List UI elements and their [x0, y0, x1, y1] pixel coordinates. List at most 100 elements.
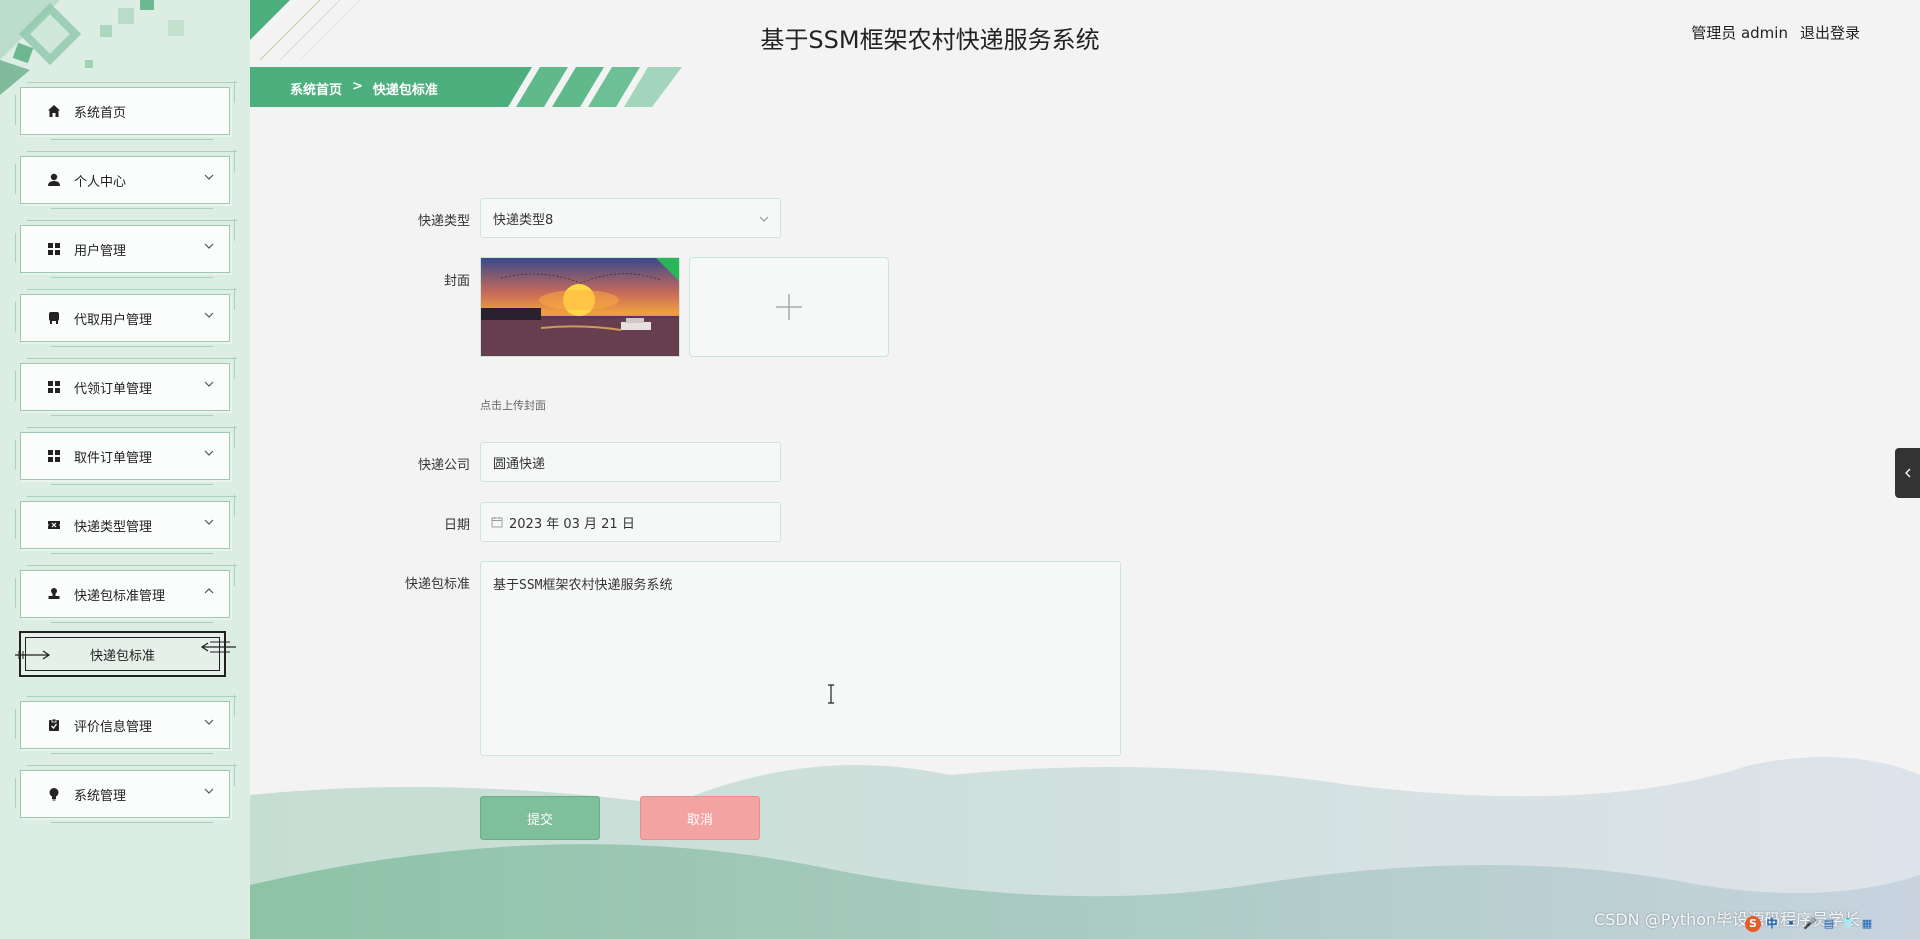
menu-frame-decoration: [15, 777, 25, 815]
standard-label: 快递包标准: [404, 577, 470, 592]
menu-frame-decoration: [225, 80, 235, 110]
menu-frame-decoration: [15, 232, 25, 270]
sidebar-item-home[interactable]: 系统首页: [15, 80, 237, 140]
upload-hint: 点击上传封面: [480, 399, 546, 412]
express-company-input[interactable]: [480, 442, 781, 482]
chevron-down-icon: [204, 381, 214, 387]
menu-frame-decoration: [15, 370, 25, 408]
chevron-down-icon: [204, 312, 214, 318]
submenu-item-label: 快递包标准: [89, 648, 155, 664]
user-icon: [46, 172, 62, 188]
punctuation-icon: •: [1787, 917, 1795, 930]
grid-icon: [46, 241, 62, 257]
company-label: 快递公司: [417, 458, 470, 473]
menu-frame-decoration: [15, 163, 25, 201]
sidebar-item-label: 个人中心: [74, 174, 127, 190]
sidebar-item-label: 用户管理: [74, 243, 127, 259]
sidebar-item-personal-center[interactable]: 个人中心: [15, 149, 237, 209]
menu-frame-decoration: [15, 94, 25, 132]
menu-frame-decoration: [225, 563, 235, 593]
menu-frame-decoration: [15, 301, 25, 339]
arrow-left-icon: [200, 641, 236, 653]
sidebar-item-express-type-management[interactable]: 快递类型管理: [15, 494, 237, 554]
sidebar-menu: 系统首页 个人中心 用户管理 代取用户管理 代领订单管理 取件订单管理 快递类型…: [15, 80, 237, 839]
type-label: 快递类型: [417, 214, 470, 229]
menu-frame-decoration: [225, 763, 235, 793]
menu-frame-decoration: [225, 356, 235, 386]
breadcrumb-current: 快递包标准: [372, 83, 438, 98]
chevron-down-icon: [204, 174, 214, 180]
microphone-icon: 🎤: [1803, 917, 1817, 930]
breadcrumb-separator: >: [352, 79, 363, 94]
calendar-icon: [491, 517, 503, 528]
menu-frame-decoration: [225, 494, 235, 524]
menu-frame-decoration: [15, 439, 25, 477]
submenu-item-package-standard[interactable]: 快递包标准: [15, 631, 236, 677]
text-cursor-icon: [828, 684, 834, 704]
sidebar-item-delivery-order-management[interactable]: 取件订单管理: [15, 425, 237, 485]
sidebar-item-label: 取件订单管理: [74, 450, 153, 466]
shirt-icon: 👕: [1841, 917, 1855, 930]
express-type-value: 快递类型8: [493, 212, 554, 228]
menu-frame-decoration: [15, 708, 25, 746]
language-icon: 中: [1766, 917, 1778, 930]
sidebar-item-label: 代取用户管理: [74, 312, 153, 328]
plus-icon: [776, 294, 802, 320]
menu-frame-decoration: [225, 149, 235, 179]
stamp-icon: [46, 586, 62, 602]
package-standard-textarea[interactable]: 基于SSM框架农村快递服务系统: [480, 561, 1121, 756]
grid-icon: [46, 379, 62, 395]
grid-icon: [46, 448, 62, 464]
sidebar-item-label: 评价信息管理: [74, 719, 153, 735]
app-title: 基于SSM框架农村快递服务系统: [760, 26, 1100, 54]
bulb-icon: [46, 786, 62, 802]
system-tray: S 中 • 🎤 ▤ 👕 ▦: [1745, 916, 1875, 932]
sidebar-item-system-management[interactable]: 系统管理: [15, 763, 237, 823]
sidebar-item-pickup-order-management[interactable]: 代领订单管理: [15, 356, 237, 416]
menu-frame-decoration: [15, 577, 25, 615]
express-type-select[interactable]: 快递类型8: [480, 198, 781, 238]
sidebar-item-courier-user-management[interactable]: 代取用户管理: [15, 287, 237, 347]
breadcrumb-text: 系统首页 > 快递包标准: [290, 79, 438, 98]
ime-icon: S: [1745, 916, 1761, 932]
chevron-down-icon: [204, 719, 214, 725]
menu-frame-decoration: [15, 508, 25, 546]
user-label: 管理员 admin: [1691, 24, 1788, 42]
logout-link[interactable]: 退出登录: [1800, 22, 1860, 43]
chevron-left-icon: [1904, 468, 1910, 478]
arrow-right-icon: [15, 650, 51, 660]
date-label: 日期: [443, 518, 470, 533]
ticket-icon: [46, 517, 62, 533]
side-panel-toggle[interactable]: [1895, 448, 1920, 498]
date-picker[interactable]: 2023 年 03 月 21 日: [480, 502, 781, 542]
sidebar-item-package-standard-management[interactable]: 快递包标准管理: [15, 563, 237, 623]
date-value: 2023 年 03 月 21 日: [509, 516, 635, 532]
chevron-up-icon: [204, 588, 214, 594]
chevron-down-icon: [759, 216, 769, 222]
breadcrumb: 系统首页 > 快递包标准: [250, 67, 682, 107]
menu-frame-decoration: [225, 425, 235, 455]
sidebar-item-label: 代领订单管理: [74, 381, 153, 397]
sidebar-item-label: 系统首页: [74, 105, 127, 121]
sidebar-item-review-management[interactable]: 评价信息管理: [15, 694, 237, 754]
upload-cover-button[interactable]: [689, 257, 889, 357]
cover-image-thumbnail[interactable]: [480, 257, 680, 357]
sunset-river-image: [481, 258, 679, 356]
breadcrumb-home-link[interactable]: 系统首页: [290, 79, 342, 98]
chevron-down-icon: [204, 450, 214, 456]
cover-label: 封面: [443, 274, 470, 289]
clipboard-icon: [46, 717, 62, 733]
sidebar-item-user-management[interactable]: 用户管理: [15, 218, 237, 278]
apps-icon: ▦: [1861, 917, 1873, 930]
sidebar-item-label: 系统管理: [74, 788, 127, 804]
menu-frame-decoration: [225, 694, 235, 724]
home-icon: [46, 103, 62, 119]
submit-button[interactable]: 提交: [480, 796, 600, 840]
chevron-down-icon: [204, 788, 214, 794]
chevron-down-icon: [204, 243, 214, 249]
badge-icon: [46, 310, 62, 326]
cancel-button[interactable]: 取消: [640, 796, 760, 840]
sidebar-item-label: 快递类型管理: [74, 519, 153, 535]
keyboard-icon: ▤: [1823, 917, 1835, 930]
sidebar-item-label: 快递包标准管理: [74, 588, 166, 604]
